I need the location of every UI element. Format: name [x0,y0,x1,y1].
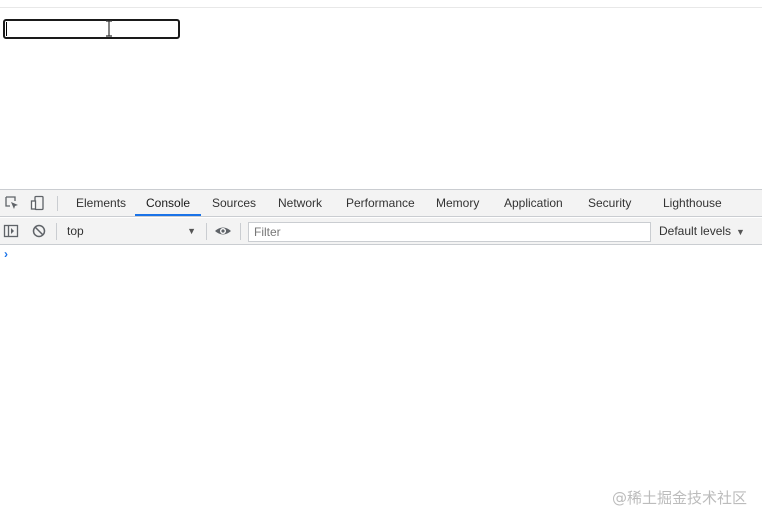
active-tab-indicator [135,214,201,216]
page-text-input[interactable] [3,19,180,39]
console-prompt-row[interactable]: › [0,246,762,263]
watermark: @稀土掘金技术社区 [612,487,747,508]
execution-context-select[interactable]: top ▼ [62,222,202,241]
web-page-viewport [0,7,762,196]
toolbar-divider [206,223,207,240]
devtools-panel: Elements Console Sources Network Perform… [0,189,762,521]
tab-elements[interactable]: Elements [76,190,126,217]
sidebar-toggle-icon[interactable] [2,222,20,240]
tab-sources[interactable]: Sources [212,190,256,217]
console-output: › [0,246,762,522]
console-toolbar: top ▼ Default levels ▼ [0,218,762,245]
tabbar-divider [57,196,58,211]
tab-lighthouse[interactable]: Lighthouse [663,190,722,217]
tab-network[interactable]: Network [278,190,322,217]
clear-console-icon[interactable] [30,222,48,240]
execution-context-value: top [67,224,84,238]
log-levels-dropdown[interactable]: Default levels ▼ [659,222,745,241]
tab-security[interactable]: Security [588,190,631,217]
tab-console[interactable]: Console [146,190,190,217]
console-filter-input[interactable] [248,222,651,242]
device-toolbar-icon[interactable] [29,194,47,212]
tab-application[interactable]: Application [504,190,563,217]
dropdown-arrow-icon: ▼ [187,222,196,241]
inspect-element-icon[interactable] [3,194,21,212]
tab-performance[interactable]: Performance [346,190,415,217]
dropdown-arrow-icon: ▼ [736,227,745,237]
prompt-chevron-icon: › [4,247,8,261]
log-levels-label: Default levels [659,224,731,238]
devtools-tabbar: Elements Console Sources Network Perform… [0,190,762,217]
live-expression-eye-icon[interactable] [214,222,232,240]
toolbar-divider [240,223,241,240]
text-caret [6,22,7,36]
tab-memory[interactable]: Memory [436,190,479,217]
console-prompt-input[interactable] [18,246,758,263]
toolbar-divider [56,223,57,240]
ibeam-cursor-icon [105,20,113,37]
